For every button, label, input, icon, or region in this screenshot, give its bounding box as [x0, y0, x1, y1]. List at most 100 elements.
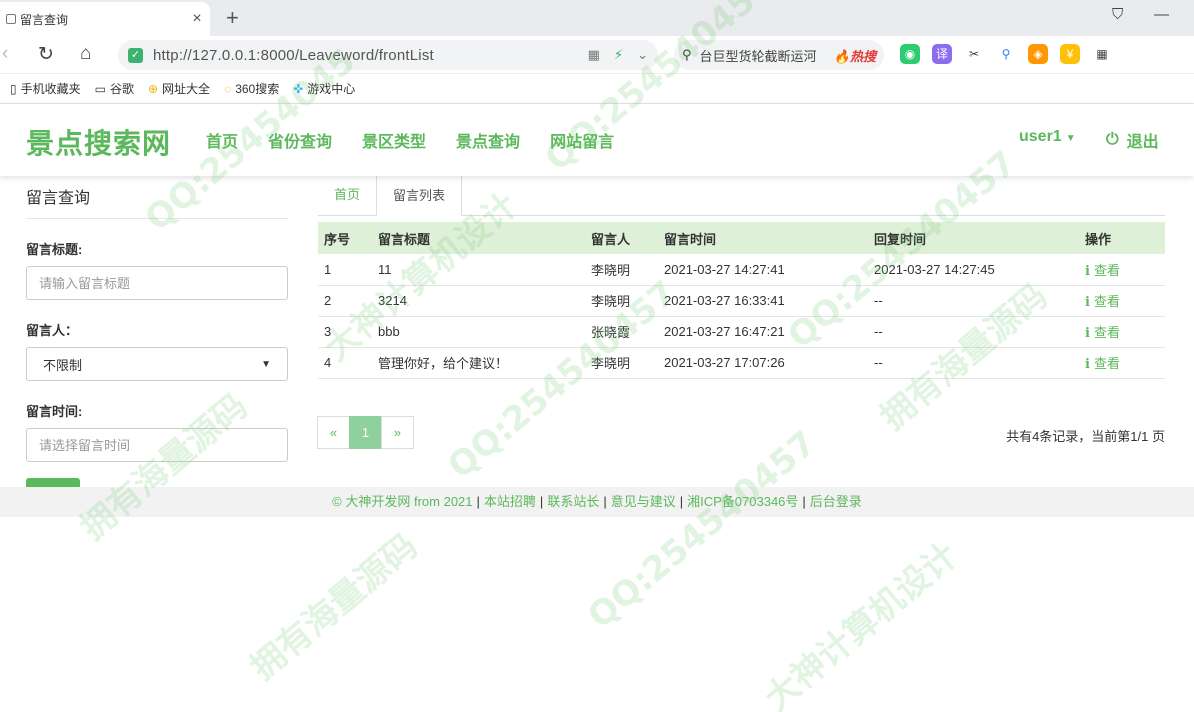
- power-icon: ⏻: [1106, 131, 1119, 148]
- footer-link-icp[interactable]: 湘ICP备0703346号: [687, 494, 798, 509]
- magnifier-icon[interactable]: ⚲: [996, 44, 1016, 64]
- caret-down-icon: ▼: [261, 358, 271, 370]
- cell-no: 1: [318, 254, 372, 286]
- table-row: 4 管理你好，给个建议！ 李晓明 2021-03-27 17:07:26 -- …: [318, 347, 1165, 379]
- user-menu[interactable]: user1 ▼: [1019, 128, 1076, 146]
- info-icon: i: [1085, 263, 1090, 279]
- view-link[interactable]: i 查看: [1085, 263, 1120, 279]
- hot-badge: 🔥热搜: [833, 48, 876, 64]
- bookmark-360[interactable]: ◌ 360搜索: [224, 80, 279, 97]
- pagination: « 1 »: [317, 416, 414, 449]
- bookmark-mobile[interactable]: ▯ 手机收藏夹: [10, 80, 81, 97]
- site-footer: © 大神开发网 from 2021 | 本站招聘 | 联系站长 | 意见与建议 | 湘ICP备0…: [0, 487, 1194, 517]
- bookmark-google[interactable]: ▭ 谷歌: [95, 80, 134, 97]
- watermark: QQ:254540457: [580, 423, 824, 637]
- cell-time: 2021-03-27 16:47:21: [658, 316, 868, 348]
- tab-title: 留言查询: [20, 12, 69, 27]
- bookmark-games[interactable]: ✜ 游戏中心: [293, 80, 355, 97]
- chevron-down-icon[interactable]: ⌄: [637, 47, 648, 63]
- home-icon[interactable]: ⌂: [80, 43, 91, 65]
- url-field[interactable]: ✓ http://127.0.0.1:8000/Leaveword/frontL…: [118, 40, 658, 70]
- cell-author: 李晓明: [585, 285, 658, 317]
- qr-icon[interactable]: ▦: [588, 47, 600, 63]
- nav-scenic-type[interactable]: 景区类型: [362, 128, 426, 152]
- cell-time: 2021-03-27 16:33:41: [658, 285, 868, 317]
- message-list-panel: 首页 留言列表 序号 留言标题 留言人 留言时间 回复时间 操作 1 11 李晓…: [317, 174, 1165, 449]
- view-link[interactable]: i 查看: [1085, 294, 1120, 310]
- site-logo[interactable]: 景点搜索网: [26, 122, 171, 162]
- prev-page-button[interactable]: «: [317, 416, 350, 449]
- reload-icon[interactable]: ↻: [38, 43, 54, 66]
- footer-link-jobs[interactable]: 本站招聘: [484, 494, 536, 509]
- url-text: http://127.0.0.1:8000/Leaveword/frontLis…: [153, 46, 434, 64]
- browser-tabstrip: 留言查询 × + ⛉ —: [0, 0, 1194, 36]
- search-field[interactable]: ⚲ 台巨型货轮截断运河 🔥热搜: [674, 40, 884, 70]
- cell-title: 11: [372, 254, 585, 286]
- back-icon[interactable]: ‹: [2, 43, 8, 65]
- nav-message[interactable]: 网站留言: [550, 128, 614, 152]
- scissors-icon[interactable]: ✂: [964, 44, 984, 64]
- minimize-icon[interactable]: —: [1154, 6, 1169, 23]
- browser-tab[interactable]: 留言查询 ×: [0, 2, 210, 36]
- page-icon: [6, 14, 16, 24]
- close-tab-icon[interactable]: ×: [188, 10, 206, 28]
- user-name: user1: [1019, 128, 1062, 145]
- shirt-icon[interactable]: ⛉: [1112, 6, 1123, 23]
- cell-title: bbb: [372, 316, 585, 348]
- cell-no: 2: [318, 285, 372, 317]
- bolt-icon[interactable]: ⚡: [614, 47, 623, 63]
- copyright: © 大神开发网 from 2021: [332, 494, 473, 509]
- tab-message-list[interactable]: 留言列表: [376, 174, 463, 216]
- site-header: 景点搜索网 首页 省份查询 景区类型 景点查询 网站留言 user1 ▼ ⏻ 退出: [0, 104, 1194, 176]
- extension-icon[interactable]: ◉: [900, 44, 920, 64]
- cell-author: 张晓霞: [585, 316, 658, 348]
- page-icon: ▭: [94, 81, 106, 96]
- cell-time: 2021-03-27 14:27:41: [658, 254, 868, 286]
- cell-action: i 查看: [1079, 347, 1165, 379]
- ring-icon: ◌: [224, 81, 232, 96]
- content-tabs: 首页 留言列表: [318, 174, 1165, 216]
- cell-action: i 查看: [1079, 316, 1165, 348]
- col-no: 序号: [318, 222, 372, 254]
- nav-home[interactable]: 首页: [206, 128, 238, 152]
- bookmark-directory[interactable]: ⊕ 网址大全: [148, 80, 210, 97]
- new-tab-icon[interactable]: +: [226, 5, 239, 31]
- gamepad-icon[interactable]: ◈: [1028, 44, 1048, 64]
- col-author: 留言人: [585, 222, 658, 254]
- message-title-input[interactable]: [26, 266, 288, 300]
- cell-reply: --: [868, 347, 1079, 379]
- table-header-row: 序号 留言标题 留言人 留言时间 回复时间 操作: [318, 222, 1165, 254]
- view-link[interactable]: i 查看: [1085, 325, 1120, 341]
- coin-icon[interactable]: ¥: [1060, 44, 1080, 64]
- col-action: 操作: [1079, 222, 1165, 254]
- footer-link-admin[interactable]: 后台登录: [810, 494, 862, 509]
- logout-link[interactable]: ⏻ 退出: [1106, 128, 1159, 152]
- author-select[interactable]: 不限制 ▼: [26, 347, 288, 381]
- col-reply: 回复时间: [868, 222, 1079, 254]
- address-bar: ‹ ↻ ⌂ ✓ http://127.0.0.1:8000/Leaveword/…: [0, 36, 1194, 74]
- view-link[interactable]: i 查看: [1085, 356, 1120, 372]
- tab-home[interactable]: 首页: [318, 174, 376, 215]
- translate-icon[interactable]: 译: [932, 44, 952, 64]
- apps-grid-icon[interactable]: ▦: [1092, 44, 1112, 64]
- cell-reply: --: [868, 285, 1079, 317]
- plus-circle-icon: ⊕: [147, 81, 159, 96]
- message-time-input[interactable]: [26, 428, 288, 462]
- logout-label: 退出: [1126, 134, 1159, 151]
- cell-action: i 查看: [1079, 254, 1165, 286]
- footer-link-feedback[interactable]: 意见与建议: [611, 494, 676, 509]
- info-icon: i: [1085, 295, 1090, 310]
- search-sidebar: 留言查询 留言标题: 留言人： 不限制 ▼ 留言时间: 查询: [26, 174, 288, 512]
- cell-title: 管理你好，给个建议！: [372, 347, 585, 379]
- bookmarks-bar: ▯ 手机收藏夹 ▭ 谷歌 ⊕ 网址大全 ◌ 360搜索 ✜ 游戏中心: [0, 74, 1194, 104]
- phone-icon: ▯: [10, 81, 17, 96]
- table-row: 1 11 李晓明 2021-03-27 14:27:41 2021-03-27 …: [318, 254, 1165, 286]
- next-page-button[interactable]: »: [381, 416, 414, 449]
- cell-reply: --: [868, 316, 1079, 348]
- page-1-button[interactable]: 1: [349, 416, 382, 449]
- footer-link-contact[interactable]: 联系站长: [547, 494, 599, 509]
- game-icon: ✜: [293, 81, 304, 96]
- nav-province[interactable]: 省份查询: [268, 128, 332, 152]
- nav-attraction[interactable]: 景点查询: [456, 128, 520, 152]
- cell-no: 3: [318, 316, 372, 348]
